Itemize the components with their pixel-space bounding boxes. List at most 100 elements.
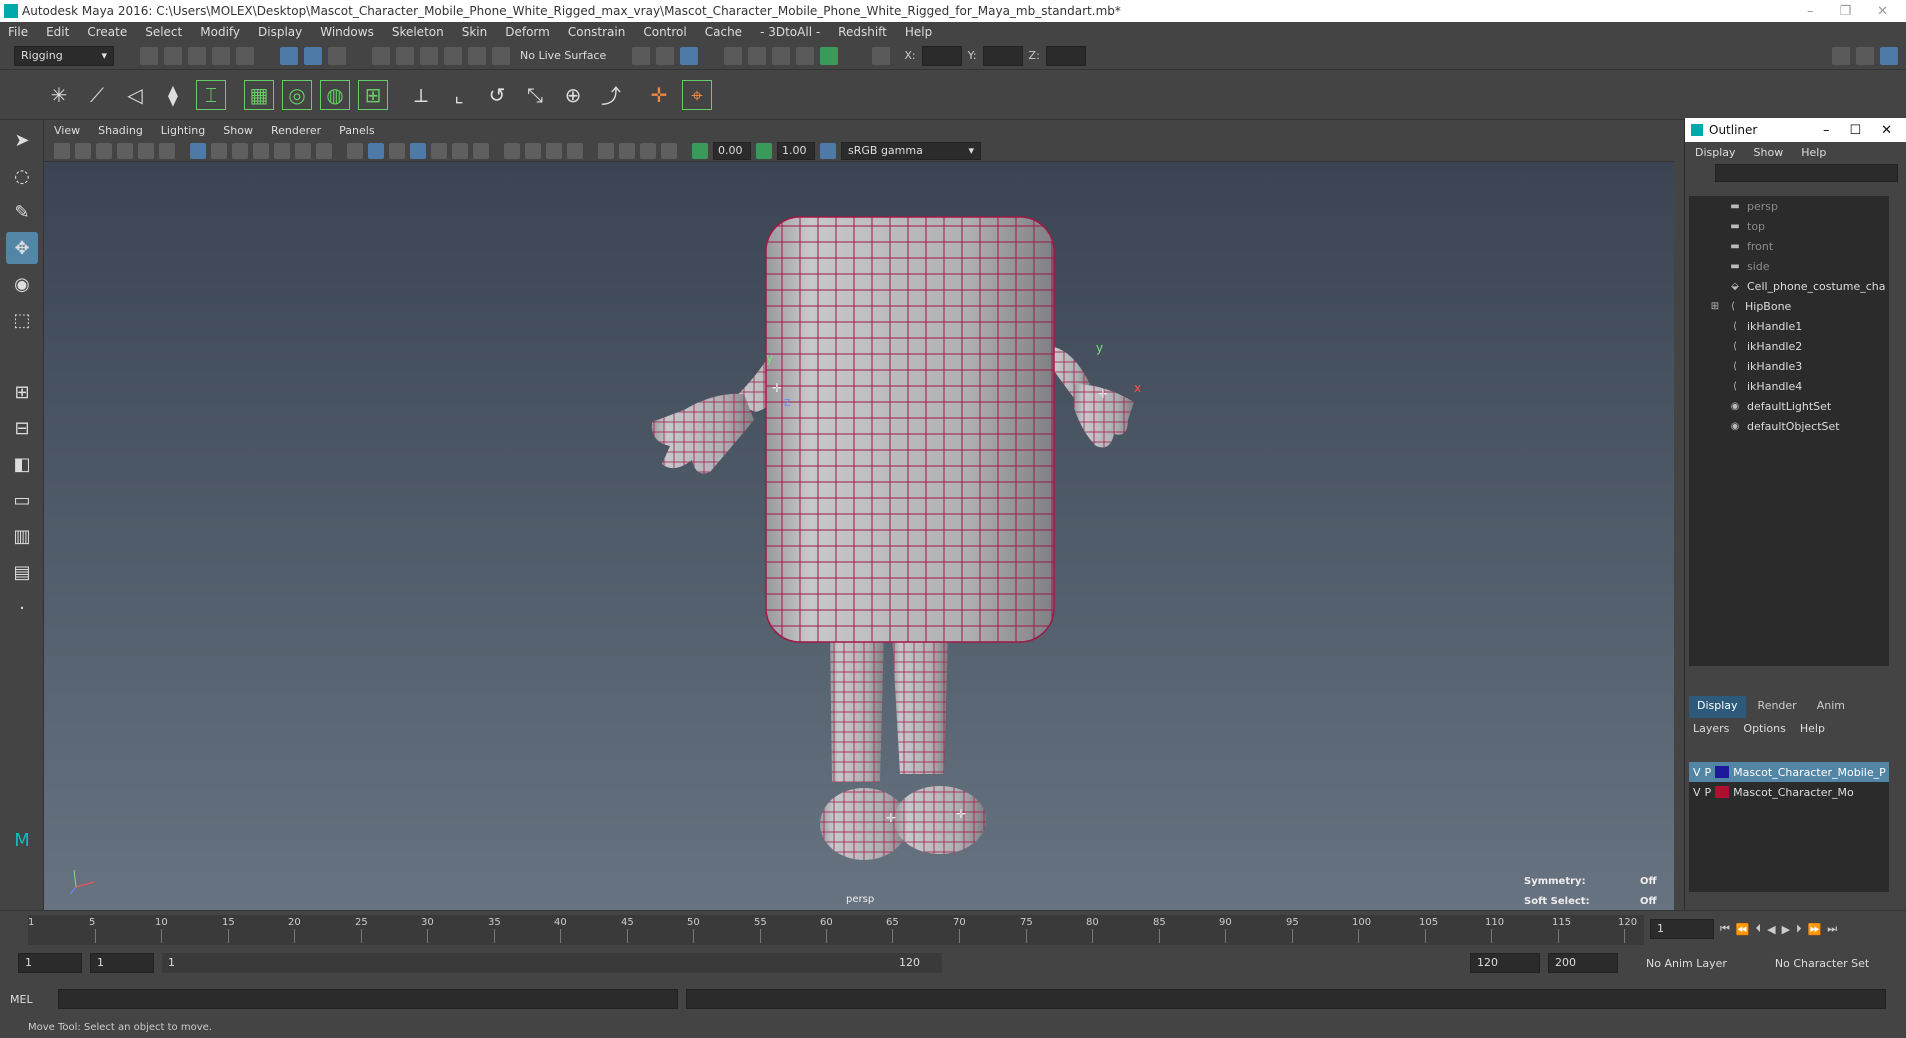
view-transform-dropdown[interactable]: sRGB gamma ▾ [841, 141, 981, 160]
menu-constrain[interactable]: Constrain [568, 25, 626, 39]
2d-pan-zoom-icon[interactable] [138, 142, 154, 159]
hypershade-icon[interactable] [772, 46, 791, 65]
film-gate-icon[interactable] [211, 142, 227, 159]
step-back-frame-icon[interactable]: ⏴ [1756, 922, 1762, 936]
snap-view-plane-icon[interactable] [444, 46, 462, 65]
move-tool-icon[interactable]: ✥ [6, 232, 38, 264]
range-slider[interactable]: 1 120 [162, 953, 942, 973]
menu-windows[interactable]: Windows [320, 25, 374, 39]
undo-icon[interactable] [212, 46, 230, 65]
tool-settings-icon[interactable] [1879, 46, 1898, 65]
new-scene-icon[interactable] [140, 46, 158, 65]
menu-skeleton[interactable]: Skeleton [392, 25, 444, 39]
snap-grid-icon[interactable] [372, 46, 390, 65]
four-view-icon[interactable]: ⊟ [6, 412, 38, 444]
outliner-item-ikhandle2[interactable]: ⟨ ikHandle2 [1689, 336, 1889, 356]
outliner-item-cell-phone[interactable]: ⬙ Cell_phone_costume_cha [1689, 276, 1889, 296]
resolution-gate-icon[interactable] [232, 142, 248, 159]
outliner-item-hipbone[interactable]: ⊞ ⟨ HipBone [1689, 296, 1889, 316]
wireframe-on-shaded-icon[interactable] [410, 142, 426, 159]
menu-display[interactable]: Display [258, 25, 302, 39]
x-field[interactable] [921, 45, 962, 66]
close-icon[interactable]: ✕ [1881, 123, 1892, 138]
gamma-icon[interactable] [756, 142, 772, 159]
layer-menu-help[interactable]: Help [1800, 722, 1825, 735]
step-forward-frame-icon[interactable]: ⏵ [1796, 922, 1802, 936]
cluster-icon[interactable]: ◎ [282, 79, 312, 110]
persp-hypershade-icon[interactable]: ▥ [6, 520, 38, 552]
redo-icon[interactable] [236, 46, 254, 65]
insert-joint-icon[interactable]: ⧫ [158, 80, 188, 110]
mascot-character-model[interactable]: ✛ ✛ ✛ ✛ y z y x [44, 162, 1674, 910]
aim-constraint-icon[interactable]: ⌞ [444, 80, 474, 110]
close-icon[interactable]: ✕ [1877, 4, 1888, 19]
ik-spline-icon[interactable]: ◁ [120, 80, 150, 110]
xray-active-icon[interactable] [661, 142, 677, 159]
scale-constraint-icon[interactable]: ⤡ [520, 80, 550, 110]
menu-help[interactable]: Help [905, 25, 932, 39]
locator-icon[interactable]: ✛ [644, 80, 674, 110]
lattice-icon[interactable]: ▦ [244, 79, 274, 110]
layer-color-swatch[interactable] [1715, 766, 1730, 778]
outliner-item-ikhandle3[interactable]: ⟨ ikHandle3 [1689, 356, 1889, 376]
layer-row[interactable]: V P Mascot_Character_Mobile_P [1689, 762, 1889, 782]
menu-3dtoall[interactable]: - 3DtoAll - [760, 25, 820, 39]
wrap-icon[interactable]: ◍ [320, 79, 350, 110]
layer-playback-toggle[interactable]: P [1705, 766, 1712, 779]
motion-blur-icon[interactable] [525, 142, 541, 159]
step-forward-key-icon[interactable]: ⏩ [1808, 923, 1822, 936]
outliner-item-side[interactable]: ▬ side [1689, 256, 1889, 276]
perspective-viewport[interactable]: ✛ ✛ ✛ ✛ y z y x persp Symmetry: Off Soft… [44, 162, 1674, 910]
layer-menu-layers[interactable]: Layers [1693, 722, 1729, 735]
menu-cache[interactable]: Cache [705, 25, 742, 39]
wire-icon[interactable]: ⊞ [358, 79, 388, 110]
ambient-occlusion-icon[interactable] [504, 142, 520, 159]
depth-of-field-icon[interactable] [567, 142, 583, 159]
menu-modify[interactable]: Modify [200, 25, 240, 39]
panel-menu-panels[interactable]: Panels [339, 124, 374, 137]
scale-tool-icon[interactable]: ⬚ [6, 304, 38, 336]
wireframe-icon[interactable] [347, 142, 363, 159]
orient-constraint-icon[interactable]: ↺ [482, 80, 512, 110]
save-scene-icon[interactable] [188, 46, 206, 65]
outliner-item-ikhandle4[interactable]: ⟨ ikHandle4 [1689, 376, 1889, 396]
camera-attributes-icon[interactable] [75, 142, 91, 159]
channel-box-icon[interactable] [1831, 46, 1850, 65]
grease-pencil-icon[interactable] [159, 142, 175, 159]
render-settings-icon[interactable] [748, 46, 767, 65]
textured-icon[interactable] [431, 142, 447, 159]
play-backward-icon[interactable]: ◀ [1767, 923, 1775, 936]
default-material-icon[interactable] [389, 142, 405, 159]
field-chart-icon[interactable] [274, 142, 290, 159]
snap-surface-icon[interactable] [468, 46, 486, 65]
panel-menu-renderer[interactable]: Renderer [271, 124, 321, 137]
menu-select[interactable]: Select [145, 25, 182, 39]
playback-end-field[interactable]: 120 [1470, 953, 1540, 973]
menu-control[interactable]: Control [643, 25, 686, 39]
attribute-editor-icon[interactable] [1855, 46, 1874, 65]
menu-set-dropdown[interactable]: Rigging ▾ [14, 45, 114, 66]
animation-end-field[interactable]: 200 [1548, 953, 1618, 973]
minimize-icon[interactable]: – [1823, 123, 1830, 138]
expand-icon[interactable]: ⊞ [1709, 301, 1721, 312]
make-live-icon[interactable] [492, 46, 510, 65]
command-input[interactable] [58, 989, 678, 1009]
time-slider[interactable]: 1 5 10 15 20 25 30 35 40 45 50 55 60 65 70 75 80 85 90 95 1… [0, 910, 1906, 948]
command-language-label[interactable]: MEL [10, 993, 50, 1006]
menu-deform[interactable]: Deform [505, 25, 550, 39]
character-set-label[interactable]: No Character Set [1775, 957, 1869, 970]
outliner-item-defaultobjectset[interactable]: ◉ defaultObjectSet [1689, 416, 1889, 436]
exposure-icon[interactable] [692, 142, 708, 159]
joint-tool-icon[interactable]: ✳ [44, 80, 74, 110]
panel-menu-lighting[interactable]: Lighting [161, 124, 205, 137]
lasso-tool-icon[interactable]: ◌ [6, 160, 38, 192]
xray-icon[interactable] [619, 142, 635, 159]
layer-row[interactable]: V P Mascot_Character_Mo [1689, 782, 1889, 802]
render-current-frame-icon[interactable] [680, 46, 699, 65]
current-frame-field[interactable]: 1 [1650, 919, 1714, 939]
tab-display[interactable]: Display [1689, 696, 1746, 718]
safe-action-icon[interactable] [295, 142, 311, 159]
layer-visibility-toggle[interactable]: V [1693, 766, 1701, 779]
go-to-start-icon[interactable]: ⏮ [1720, 922, 1730, 936]
snap-point-icon[interactable] [420, 46, 438, 65]
